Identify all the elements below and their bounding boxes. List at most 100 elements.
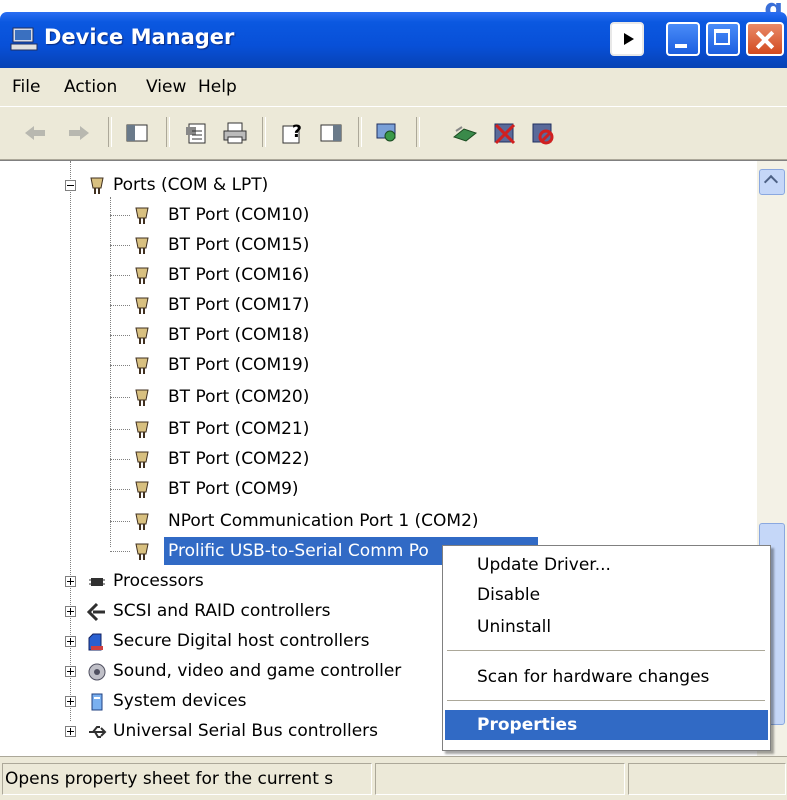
tree-connector-line [110,335,130,336]
tree-connector-line [110,305,130,306]
toolbar-separator [416,117,420,147]
close-button[interactable] [746,22,784,56]
system-devices-icon [91,693,103,711]
port-icon [135,421,149,438]
menu-view[interactable]: View [146,77,186,97]
toolbar-separator [166,117,170,147]
port-icon [135,543,149,560]
tree-item-label: BT Port (COM21) [168,419,310,439]
menu-item-scan-hardware[interactable]: Scan for hardware changes [445,662,768,692]
tree-connector-line [110,365,130,366]
menu-item-update-driver[interactable]: Update Driver... [445,550,768,580]
menu-item-disable[interactable]: Disable [445,580,768,610]
port-icon [135,297,149,314]
port-icon [135,513,149,530]
port-icon [90,177,104,194]
menu-item-label: Uninstall [477,617,552,637]
tree-connector-line [110,429,130,430]
show-hide-console-tree-icon[interactable] [124,121,150,145]
port-icon [135,237,149,254]
port-icon [135,451,149,468]
tree-item-label: BT Port (COM17) [168,295,310,315]
port-icon [135,267,149,284]
tree-connector-line [110,397,130,398]
tree-connector-line [110,215,130,216]
help-icon[interactable]: ? [280,121,306,145]
menu-bar: File Action View Help [0,68,787,106]
tree-item-label: BT Port (COM20) [168,387,310,407]
tree-item-label: BT Port (COM18) [168,325,310,345]
expand-expander[interactable] [65,726,76,737]
title-bar[interactable]: Device Manager [0,12,787,68]
uninstall-icon[interactable] [492,121,518,145]
port-icon [135,389,149,406]
scan-hardware-icon[interactable] [374,121,400,145]
expand-expander[interactable] [65,636,76,647]
context-menu: Update Driver... Disable Uninstall Scan … [442,545,771,751]
port-icon [135,357,149,374]
scroll-up-button[interactable] [759,169,785,195]
menu-separator [447,650,765,651]
expand-expander[interactable] [65,666,76,677]
maximize-button[interactable] [706,22,740,56]
port-icon [135,327,149,344]
properties-icon[interactable] [184,121,210,145]
status-text: Opens property sheet for the current s [2,763,372,795]
tree-connector-line [110,245,130,246]
show-hide-action-pane-icon[interactable] [318,121,344,145]
expand-expander[interactable] [65,696,76,707]
menu-help[interactable]: Help [198,77,237,97]
tree-connector-line [110,521,130,522]
menu-item-label: Update Driver... [477,555,611,575]
speaker-icon [88,663,106,681]
toolbar-separator [358,117,362,147]
update-driver-icon[interactable] [452,121,478,145]
toolbar-separator [262,117,266,147]
port-icon [135,207,149,224]
scsi-icon [87,602,105,622]
window-title: Device Manager [44,25,235,49]
tree-item-label: System devices [113,691,247,711]
menu-separator [447,700,765,701]
collapse-expander[interactable] [65,180,76,191]
expand-expander[interactable] [65,606,76,617]
expand-expander[interactable] [65,576,76,587]
tree-item-label: Processors [113,571,204,591]
forward-icon[interactable] [66,121,92,145]
menu-item-label: Scan for hardware changes [477,667,710,687]
tree-item-label: BT Port (COM22) [168,449,310,469]
toolbar-separator [108,117,112,147]
tree-item-label: BT Port (COM19) [168,355,310,375]
tree-item-label: Universal Serial Bus controllers [113,721,379,741]
status-panel [375,763,625,795]
tree-connector-line [110,489,130,490]
tree-item-label: Secure Digital host controllers [113,631,370,651]
back-icon[interactable] [22,121,48,145]
usb-icon [89,726,107,738]
disable-icon[interactable] [530,121,556,145]
device-manager-icon [10,27,38,51]
print-icon[interactable] [222,121,248,145]
status-panel [628,763,786,795]
menu-item-properties[interactable]: Properties [445,710,768,740]
tree-item-label: Sound, video and game controller [113,661,402,681]
tree-item-label: BT Port (COM15) [168,235,310,255]
menu-item-uninstall[interactable]: Uninstall [445,612,768,642]
tree-connector-line [110,275,130,276]
tree-item-label: BT Port (COM9) [168,479,299,499]
tree-connector-line [110,551,130,552]
tree-item-label: BT Port (COM10) [168,205,310,225]
tree-item-label: Ports (COM & LPT) [113,175,269,195]
toolbar: ? [0,106,787,160]
status-bar: Opens property sheet for the current s [0,756,787,800]
window-menu-arrow-button[interactable] [610,22,644,56]
menu-action[interactable]: Action [64,77,117,97]
processor-icon [89,578,105,586]
tree-item-label: NPort Communication Port 1 (COM2) [168,511,479,531]
svg-text:?: ? [292,122,302,142]
minimize-button[interactable] [666,22,700,56]
tree-connector-line [110,197,111,547]
menu-file[interactable]: File [12,77,40,97]
menu-item-label: Properties [477,715,578,735]
tree-connector-line [110,459,130,460]
